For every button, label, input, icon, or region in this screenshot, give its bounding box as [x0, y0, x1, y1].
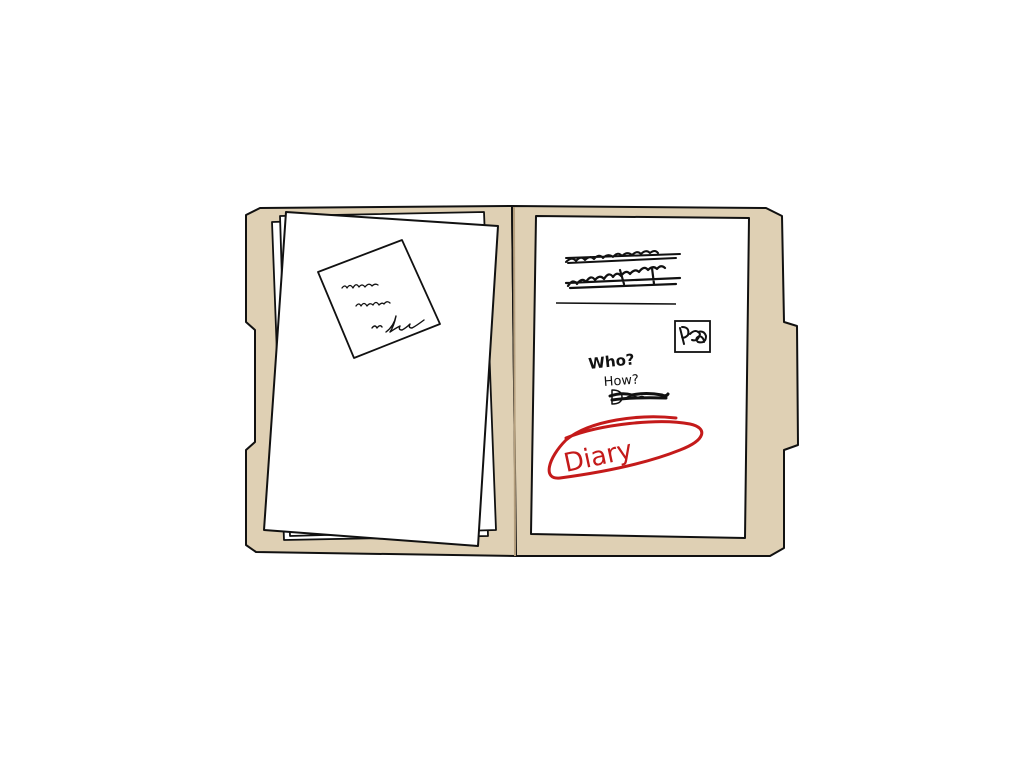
folder-fold-line: [513, 206, 516, 557]
folder-canvas: Who? How? Diary: [245, 205, 799, 557]
photo-stamp: [674, 320, 711, 353]
diary-page: [530, 215, 750, 539]
photo-stamp-frame: [674, 320, 711, 353]
folder-illustration: Who? How? Diary: [0, 0, 1024, 768]
heading-divider: [555, 302, 677, 305]
question-word-how: How?: [603, 373, 639, 390]
